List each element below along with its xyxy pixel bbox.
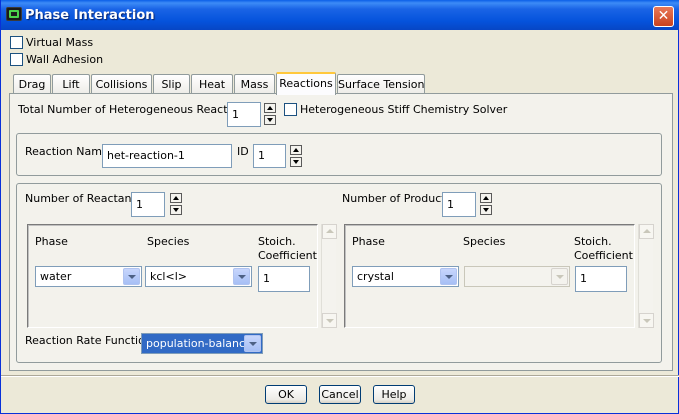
cancel-button[interactable]: Cancel <box>319 385 361 404</box>
products-col-phase: Phase <box>352 235 385 248</box>
reactant-species-select[interactable]: kcl<l> <box>145 266 252 287</box>
total-reactions-spinner <box>264 103 276 125</box>
reactant-phase-value: water <box>40 270 72 283</box>
reactant-coefficient-input[interactable]: 1 <box>258 266 310 292</box>
spinner-down-icon[interactable] <box>480 205 492 215</box>
reactants-scrollbar[interactable] <box>321 224 337 328</box>
stiff-chemistry-checkbox[interactable] <box>284 103 297 116</box>
reactants-col-phase: Phase <box>35 235 68 248</box>
tab-reactions[interactable]: Reactions <box>276 72 336 95</box>
button-separator <box>1 375 679 377</box>
spinner-down-icon[interactable] <box>170 205 182 215</box>
scroll-up-icon[interactable] <box>322 224 337 239</box>
phase-interaction-dialog: Phase Interaction ✕ Virtual Mass Wall Ad… <box>0 0 679 414</box>
reactant-species-value: kcl<l> <box>150 270 187 283</box>
num-reactants-spinner <box>170 193 182 215</box>
title-bar[interactable]: Phase Interaction ✕ <box>1 0 679 30</box>
tab-drag[interactable]: Drag <box>13 74 51 95</box>
dropdown-arrow-icon[interactable] <box>244 335 261 352</box>
stiff-chemistry-label: Heterogeneous Stiff Chemistry Solver <box>300 103 508 116</box>
app-icon <box>6 7 22 21</box>
close-icon: ✕ <box>657 8 670 24</box>
dropdown-arrow-icon[interactable] <box>440 268 457 285</box>
product-phase-select[interactable]: crystal <box>352 266 459 287</box>
tab-slip[interactable]: Slip <box>153 74 190 95</box>
reactants-col-coefficient: Stoich. Coefficient <box>258 235 317 262</box>
reaction-name-label: Reaction Name <box>25 145 109 158</box>
num-products-label: Number of Products <box>342 192 452 205</box>
total-reactions-input[interactable]: 1 <box>227 102 261 127</box>
scroll-down-icon[interactable] <box>639 313 654 328</box>
help-button[interactable]: Help <box>373 385 415 404</box>
reactant-phase-select[interactable]: water <box>35 266 142 287</box>
dropdown-arrow-icon[interactable] <box>233 268 250 285</box>
spinner-up-icon[interactable] <box>170 193 182 203</box>
products-col-coefficient: Stoich. Coefficient <box>574 235 633 262</box>
wall-adhesion-label: Wall Adhesion <box>26 53 104 66</box>
dropdown-arrow-icon <box>551 268 568 285</box>
num-reactants-input[interactable]: 1 <box>131 192 165 217</box>
rate-function-select[interactable]: population-balance <box>141 333 263 354</box>
virtual-mass-label: Virtual Mass <box>26 36 94 49</box>
total-reactions-label: Total Number of Heterogeneous Reactions <box>18 103 251 116</box>
spinner-up-icon[interactable] <box>480 193 492 203</box>
tab-lift[interactable]: Lift <box>52 74 90 95</box>
id-spinner <box>290 145 302 167</box>
product-coefficient-input[interactable]: 1 <box>575 266 627 292</box>
wall-adhesion-checkbox[interactable] <box>10 53 23 66</box>
spinner-up-icon[interactable] <box>290 145 302 155</box>
num-products-spinner <box>480 193 492 215</box>
dropdown-arrow-icon[interactable] <box>123 268 140 285</box>
tab-heat[interactable]: Heat <box>191 74 233 95</box>
product-species-select <box>464 266 570 287</box>
id-input[interactable]: 1 <box>253 144 286 168</box>
id-label: ID <box>237 145 249 158</box>
close-button[interactable]: ✕ <box>653 6 674 27</box>
virtual-mass-checkbox[interactable] <box>10 36 23 49</box>
ok-button[interactable]: OK <box>265 385 307 404</box>
products-col-species: Species <box>463 235 506 248</box>
spinner-up-icon[interactable] <box>264 103 276 113</box>
products-scrollbar[interactable] <box>638 224 654 328</box>
rate-function-label: Reaction Rate Function <box>25 334 152 347</box>
tab-collisions[interactable]: Collisions <box>91 74 152 95</box>
scroll-down-icon[interactable] <box>322 313 337 328</box>
tab-surface-tension[interactable]: Surface Tension <box>337 74 425 95</box>
window-title: Phase Interaction <box>25 8 155 23</box>
product-phase-value: crystal <box>357 270 394 283</box>
reactants-col-species: Species <box>147 235 190 248</box>
spinner-down-icon[interactable] <box>290 157 302 167</box>
spinner-down-icon[interactable] <box>264 115 276 125</box>
num-products-input[interactable]: 1 <box>442 192 476 217</box>
scroll-up-icon[interactable] <box>639 224 654 239</box>
num-reactants-label: Number of Reactants <box>25 192 142 205</box>
rate-function-value: population-balance <box>146 337 252 350</box>
tab-mass[interactable]: Mass <box>234 74 275 95</box>
reaction-name-input[interactable]: het-reaction-1 <box>102 144 232 168</box>
